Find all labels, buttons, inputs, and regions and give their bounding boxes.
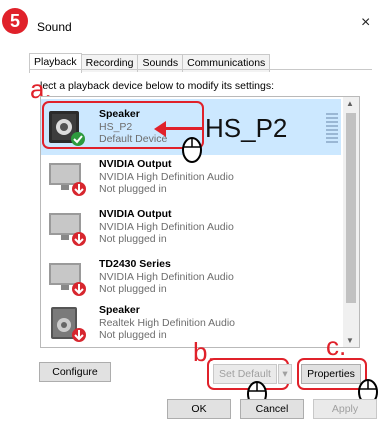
device-name: NVIDIA Output [99,208,172,220]
device-name: NVIDIA Output [99,158,172,170]
device-item-speaker-realtek[interactable]: Speaker Realtek High Definition Audio No… [41,295,341,347]
configure-button[interactable]: Configure [39,362,111,382]
close-icon[interactable]: × [361,14,370,32]
monitor-icon [49,163,86,196]
device-status: Not plugged in [99,183,167,195]
cancel-button[interactable]: Cancel [240,399,304,419]
device-item-nvidia-output-2[interactable]: NVIDIA Output NVIDIA High Definition Aud… [41,199,341,255]
scroll-down-icon[interactable]: ▼ [346,336,354,345]
scroll-up-icon[interactable]: ▲ [346,99,354,108]
device-description: Realtek High Definition Audio [99,317,235,329]
device-status: Not plugged in [99,329,167,341]
device-description: NVIDIA High Definition Audio [99,221,234,233]
set-default-dropdown-arrow[interactable]: ▾ [278,364,292,384]
tab-panel-border [29,69,372,70]
monitor-icon [49,263,86,296]
annotation-arrow-line [164,127,202,130]
device-status: Not plugged in [99,283,167,295]
annotation-highlight-device [42,101,204,149]
device-name: TD2430 Series [99,258,171,270]
step-number-badge: 5 [2,8,28,34]
device-list-scrollbar[interactable]: ▲ ▼ [343,97,359,347]
apply-button[interactable]: Apply [313,399,377,419]
window-title: Sound [37,20,72,34]
properties-button[interactable]: Properties [301,364,361,384]
monitor-icon [49,213,86,246]
device-name: Speaker [99,304,140,316]
scroll-thumb[interactable] [346,113,356,303]
tab-playback[interactable]: Playback [29,53,82,73]
device-description: NVIDIA High Definition Audio [99,271,234,283]
device-description: NVIDIA High Definition Audio [99,171,234,183]
mouse-click-icon [182,137,202,163]
ok-button[interactable]: OK [167,399,231,419]
device-status: Not plugged in [99,233,167,245]
speaker-icon [51,307,86,342]
annotation-hs-label: HS_P2 [205,113,288,143]
volume-level-meter [326,113,338,143]
instruction-text: lect a playback device below to modify i… [40,80,275,92]
